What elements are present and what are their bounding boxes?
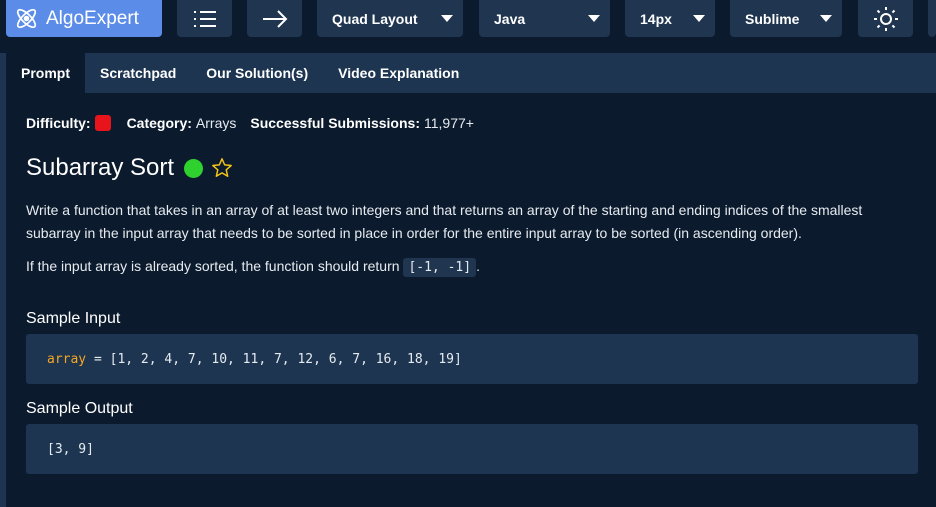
problem-meta: Difficulty: Category: Arrays Successful … [26,115,488,131]
language-select-value: Java [494,10,526,27]
question-list-button[interactable] [177,0,232,37]
arrow-right-icon [262,9,287,28]
prompt-panel: Difficulty: Category: Arrays Successful … [6,93,936,507]
tab-scratchpad[interactable]: Scratchpad [85,53,191,93]
layout-select-value: Quad Layout [332,10,418,27]
submissions-value: 11,977+ [423,115,474,131]
atom-logo-icon [16,8,37,29]
list-icon [193,10,216,27]
code-value: = [1, 2, 4, 7, 10, 11, 7, 12, 6, 7, 16, … [86,351,462,367]
problem-title-row: Subarray Sort [26,154,233,182]
chevron-down-icon [820,15,832,22]
theme-toggle-button[interactable] [858,0,913,37]
star-icon[interactable] [211,157,233,179]
toolbar-overflow-button[interactable] [928,0,936,37]
category-value: Arrays [195,115,237,131]
sample-input-code: array = [1, 2, 4, 7, 10, 11, 7, 12, 6, 7… [26,334,918,384]
sample-output-label: Sample Output [26,400,133,417]
tab-video-explanation[interactable]: Video Explanation [323,53,474,93]
tab-prompt[interactable]: Prompt [6,53,85,93]
problem-description: Write a function that takes in an array … [26,202,863,241]
top-toolbar: AlgoExpert Quad Layout Java 14px Sublime [0,0,936,37]
completed-status-icon [184,158,204,178]
keymap-select[interactable]: Sublime [730,0,842,37]
tab-label: Video Explanation [338,65,460,81]
keymap-select-value: Sublime [745,10,800,27]
prompt-tabs: Prompt Scratchpad Our Solution(s) Video … [6,53,936,93]
layout-select[interactable]: Quad Layout [317,0,463,37]
submissions-label: Successful Submissions: [250,115,420,131]
problem-note: If the input array is already sorted, th… [26,255,916,279]
tab-label: Scratchpad [100,65,177,81]
inline-code: [-1, -1] [403,258,477,277]
problem-note-end: . [476,258,480,274]
chevron-down-icon [588,15,600,22]
logo-text: AlgoExpert [46,7,139,29]
language-select[interactable]: Java [479,0,610,37]
next-question-button[interactable] [247,0,302,37]
chevron-down-icon [693,15,705,22]
difficulty-badge [94,115,111,131]
font-size-select-value: 14px [640,10,672,27]
chevron-down-icon [441,15,453,22]
problem-title: Subarray Sort [26,154,175,181]
tab-label: Prompt [21,65,70,81]
tab-label: Our Solution(s) [206,65,309,81]
sun-icon [873,6,898,31]
algoexpert-logo-button[interactable]: AlgoExpert [6,0,162,37]
category-label: Category: [126,115,192,131]
code-variable: array [47,351,87,367]
font-size-select[interactable]: 14px [625,0,715,37]
difficulty-label: Difficulty: [26,115,91,131]
code-value: [3, 9] [47,441,94,457]
problem-note-text: If the input array is already sorted, th… [26,258,404,274]
sample-output-code: [3, 9] [26,424,918,474]
tab-our-solutions[interactable]: Our Solution(s) [191,53,323,93]
sample-input-label: Sample Input [26,310,121,327]
